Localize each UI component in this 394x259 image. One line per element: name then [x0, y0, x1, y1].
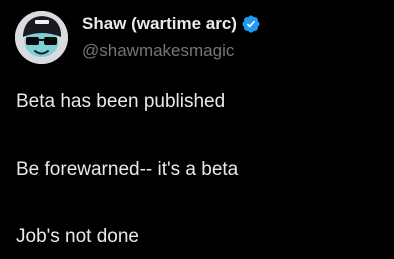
verified-badge-icon[interactable]	[241, 14, 261, 34]
tweet-text-line: Be forewarned-- it's a beta	[16, 159, 239, 180]
avatar-image	[15, 11, 68, 64]
tweet-text-line: Job's not done	[16, 226, 139, 247]
author-display-name[interactable]: Shaw (wartime arc)	[82, 14, 237, 34]
avatar[interactable]	[15, 11, 68, 64]
author-handle[interactable]: @shawmakesmagic	[82, 41, 234, 61]
author-name-row: Shaw (wartime arc)	[82, 14, 261, 34]
tweet-card: Shaw (wartime arc) @shawmakesmagic Beta …	[0, 0, 394, 259]
tweet-text-line: Beta has been published	[16, 91, 226, 112]
